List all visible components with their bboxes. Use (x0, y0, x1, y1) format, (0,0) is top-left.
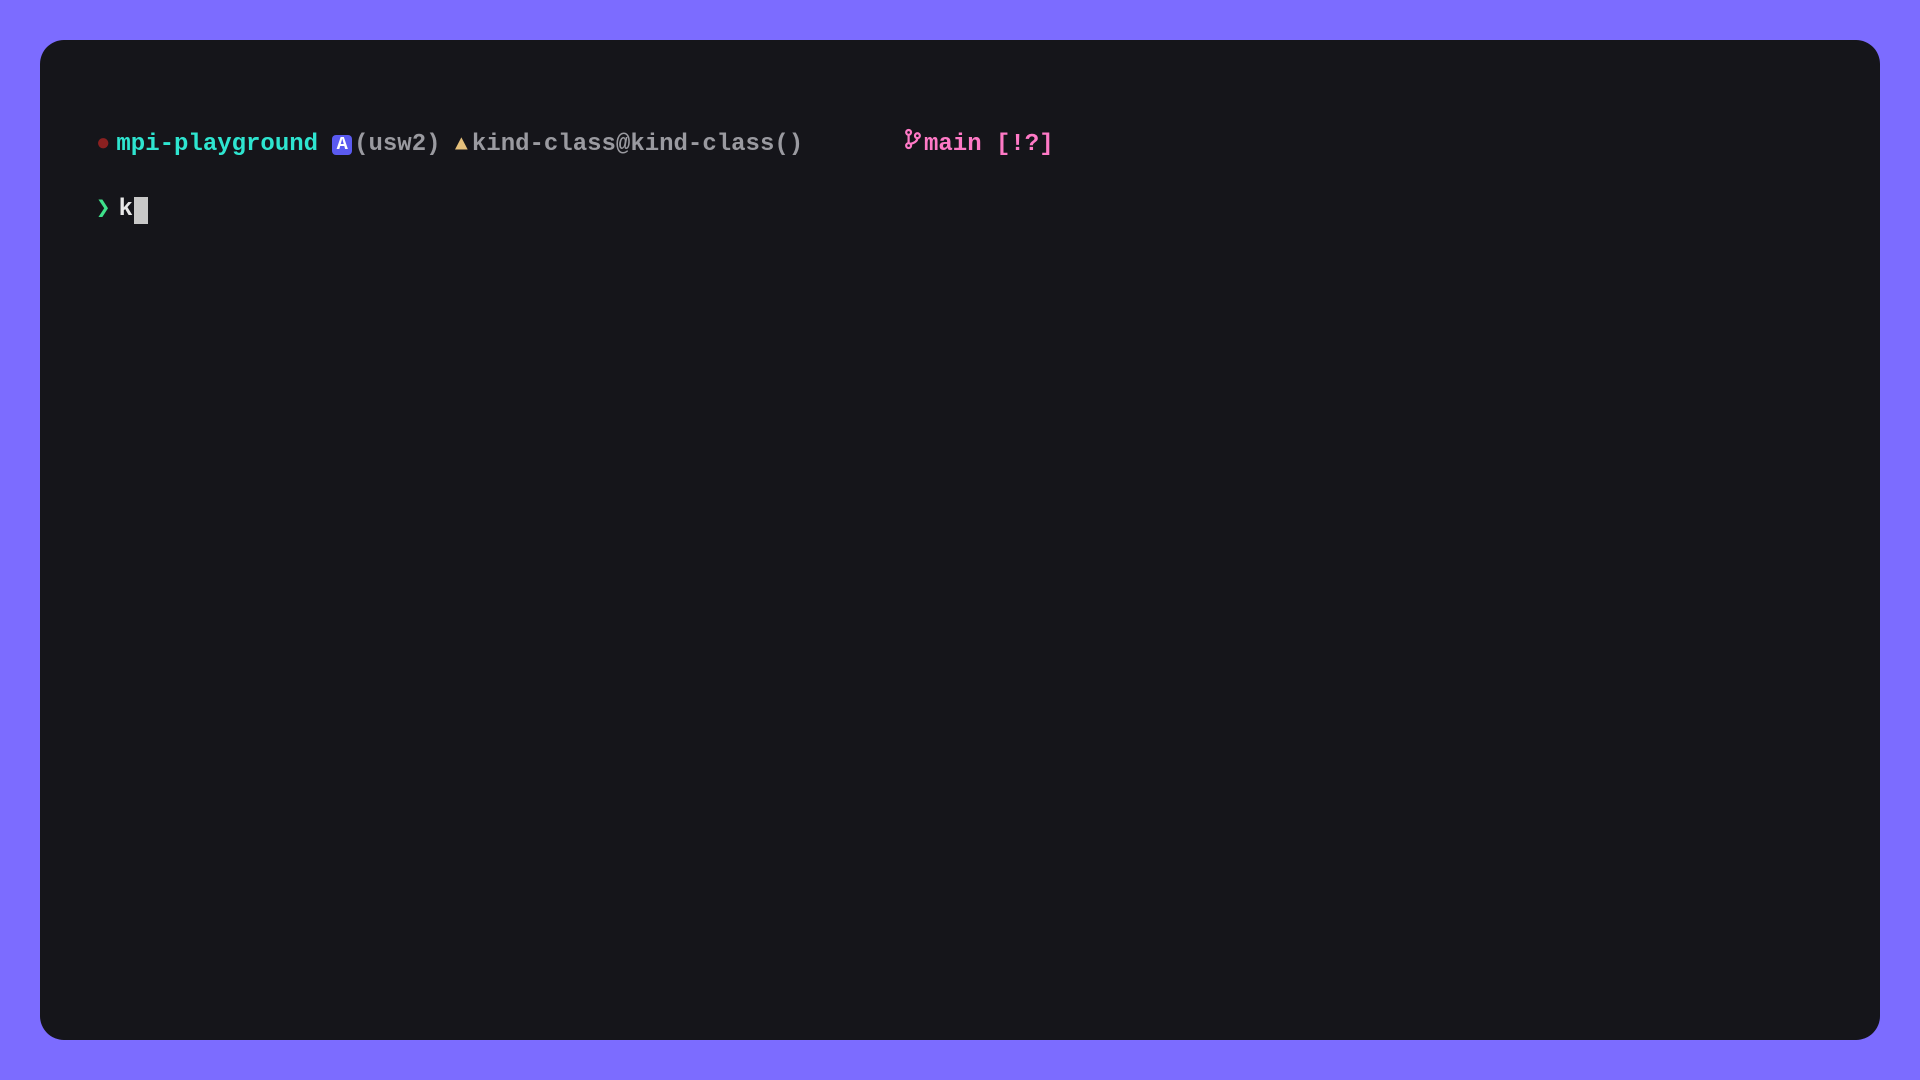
typed-command: k (118, 194, 132, 226)
git-branch-name: main (924, 129, 982, 161)
git-status: [!?] (996, 129, 1054, 161)
region-label: (usw2) (354, 129, 440, 161)
terminal-window[interactable]: ● mpi-playground A (usw2) ▲ kind-class@k… (40, 40, 1880, 1040)
prompt-status-line: ● mpi-playground A (usw2) ▲ kind-class@k… (96, 96, 1824, 194)
git-branch-icon (818, 96, 922, 194)
cursor (134, 197, 148, 225)
prompt-arrow-icon: ❯ (96, 194, 110, 226)
recording-icon: ● (96, 129, 110, 161)
command-input-line[interactable]: ❯ k (96, 194, 1824, 226)
project-name: mpi-playground (116, 129, 318, 161)
cloud-provider-badge: A (332, 135, 352, 155)
triangle-icon: ▲ (455, 131, 468, 160)
k8s-context: kind-class@kind-class() (472, 129, 803, 161)
